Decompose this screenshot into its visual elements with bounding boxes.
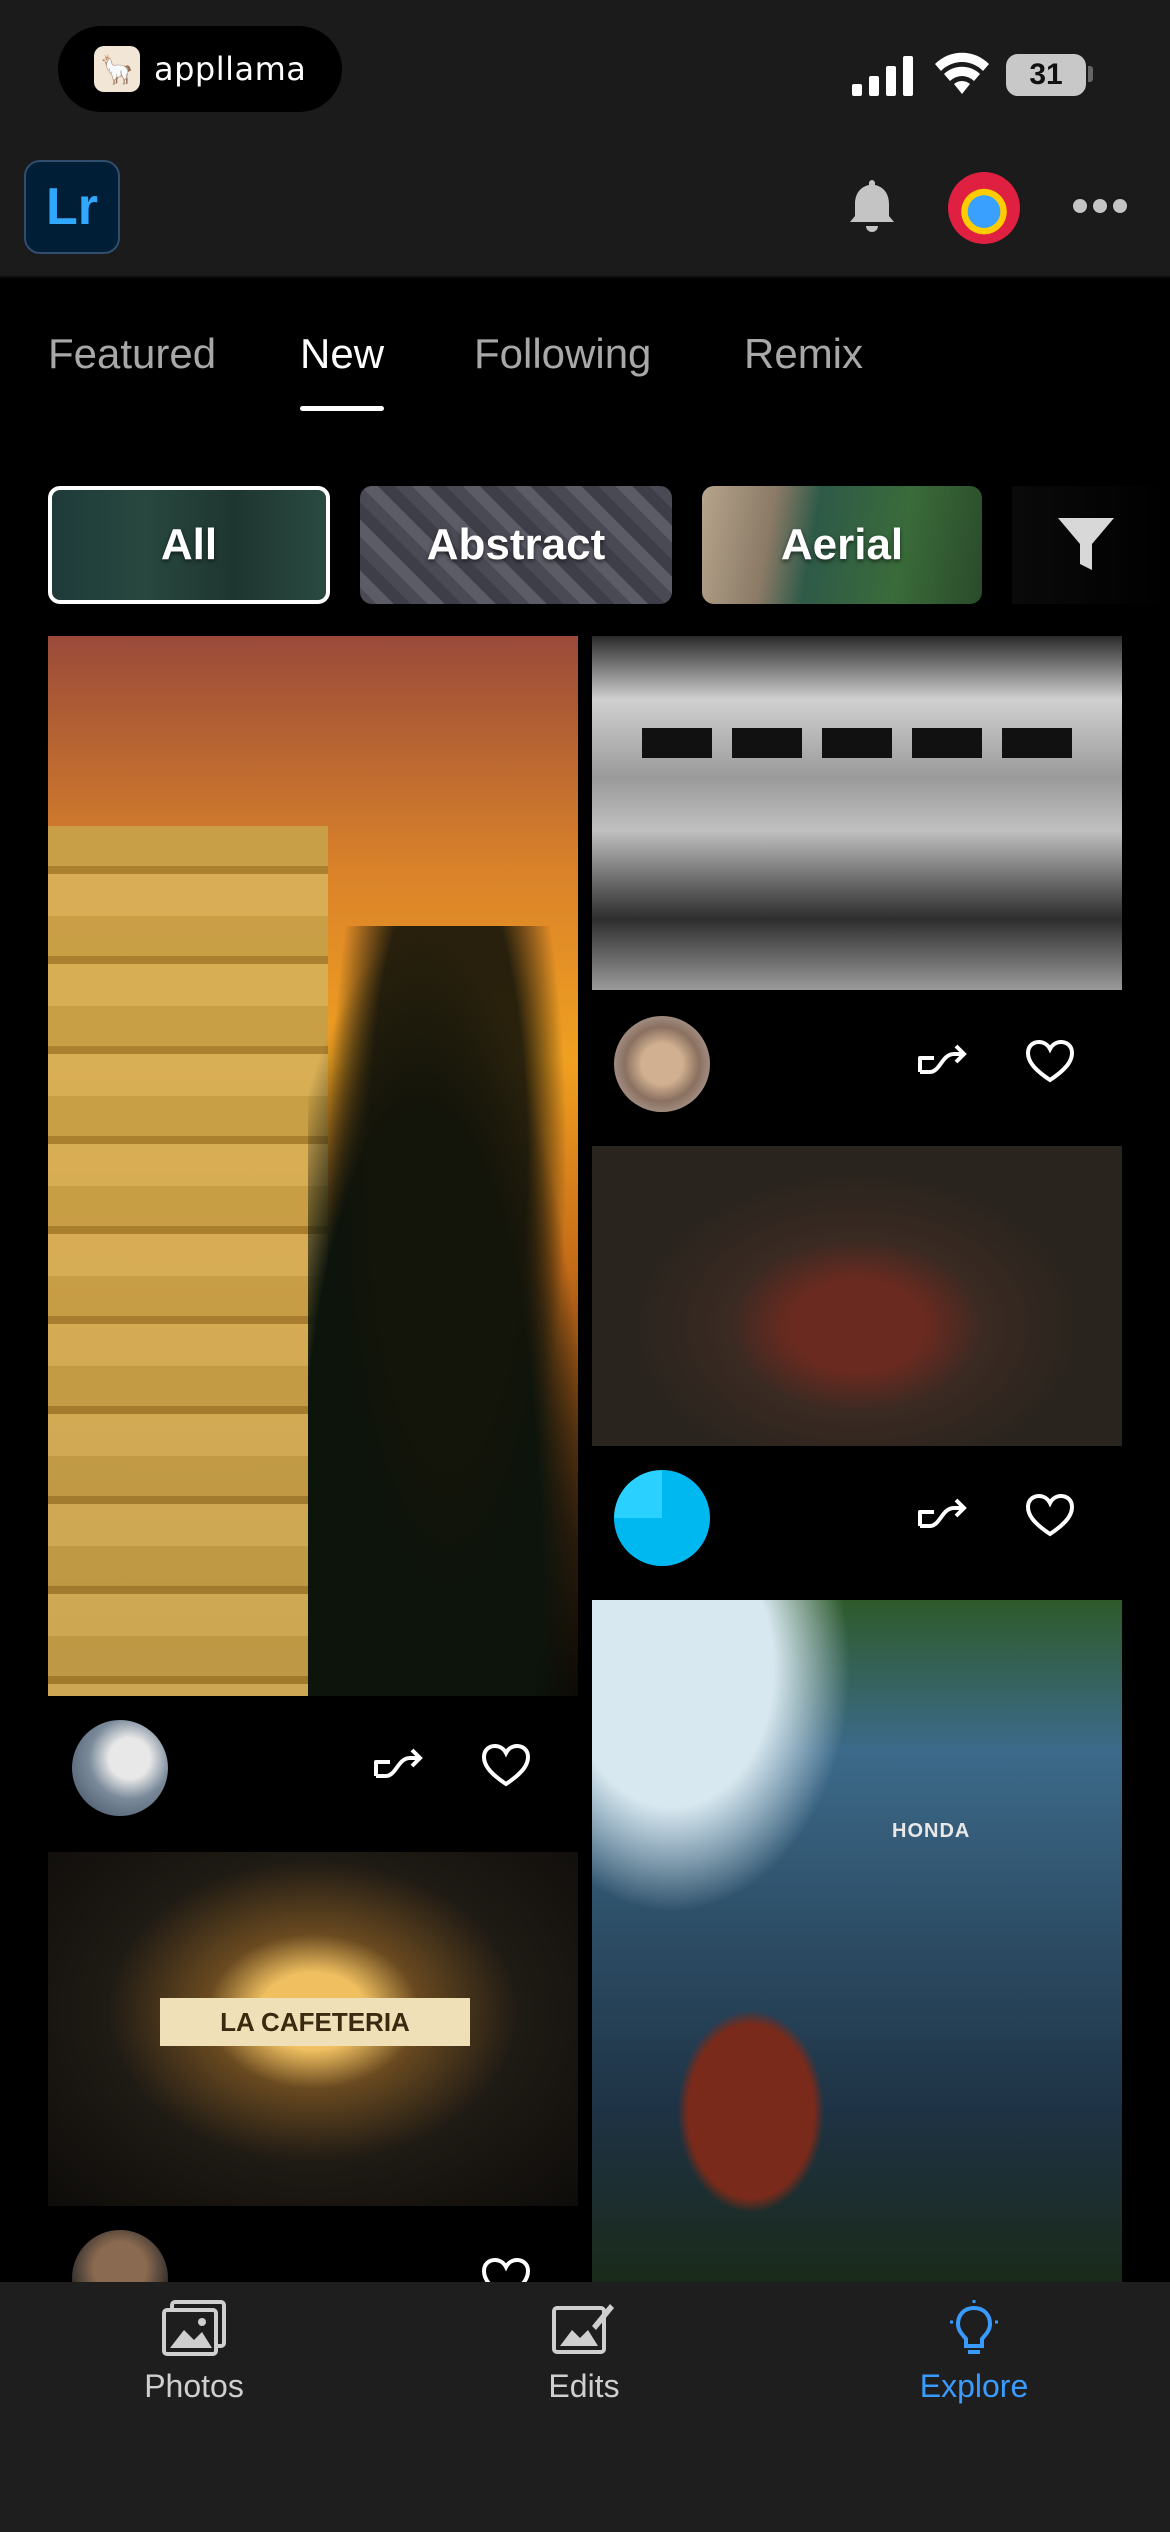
photo-train[interactable]	[592, 636, 1122, 990]
wifi-icon	[935, 52, 989, 94]
cafe-sign-text: LA CAFETERIA	[160, 1998, 470, 2046]
photos-icon	[162, 2300, 226, 2356]
edits-icon	[552, 2304, 614, 2354]
category-chip-aerial[interactable]: Aerial	[702, 486, 982, 604]
tab-new[interactable]: New	[300, 330, 384, 378]
nav-explore-label: Explore	[919, 2368, 1029, 2404]
nav-edits[interactable]: Edits	[484, 2300, 684, 2405]
tab-remix[interactable]: Remix	[744, 330, 863, 378]
appllama-badge: 🦙 appllama	[58, 26, 342, 112]
battery-indicator: 31	[1006, 54, 1086, 96]
photo-atv-football[interactable]: HONDA	[592, 1600, 1122, 2282]
heart-icon[interactable]	[1022, 1488, 1078, 1544]
photo-portrait-painting[interactable]	[592, 1146, 1122, 1446]
filter-icon[interactable]	[1054, 512, 1118, 576]
author-avatar[interactable]	[72, 1720, 168, 1816]
status-bar: 🦙 appllama 31	[0, 0, 1170, 150]
remix-icon[interactable]	[914, 1034, 970, 1090]
profile-avatar[interactable]	[948, 172, 1020, 244]
nav-explore[interactable]: Explore	[874, 2300, 1074, 2405]
photo-tree-element	[308, 926, 578, 1696]
photo-cafeteria[interactable]: LA CAFETERIA	[48, 1852, 578, 2206]
nav-photos-label: Photos	[144, 2368, 244, 2404]
active-tab-indicator	[300, 406, 384, 411]
category-chip-all[interactable]: All	[48, 486, 330, 604]
author-avatar[interactable]	[614, 1016, 710, 1112]
photo-building-element	[48, 826, 328, 1696]
llama-icon: 🦙	[94, 46, 140, 92]
train-window	[732, 728, 802, 758]
tab-featured[interactable]: Featured	[48, 330, 216, 378]
train-window	[822, 728, 892, 758]
heart-icon[interactable]	[1022, 1034, 1078, 1090]
battery-tip	[1088, 66, 1093, 82]
cellular-signal-icon	[852, 56, 913, 96]
explore-tabs: Featured New Following Remix	[0, 290, 1170, 430]
more-options-icon[interactable]	[1072, 196, 1128, 216]
photo-sunset-building[interactable]	[48, 636, 578, 1696]
heart-icon[interactable]	[478, 1738, 534, 1794]
notifications-bell-icon[interactable]	[842, 176, 902, 236]
tab-following[interactable]: Following	[474, 330, 651, 378]
category-chip-abstract[interactable]: Abstract	[360, 486, 672, 604]
nav-edits-label: Edits	[548, 2368, 620, 2404]
nav-photos[interactable]: Photos	[94, 2300, 294, 2405]
lightbulb-icon	[950, 2300, 998, 2354]
lightroom-logo: Lr	[24, 160, 120, 254]
appllama-label: appllama	[154, 50, 307, 88]
train-window	[1002, 728, 1072, 758]
remix-icon[interactable]	[914, 1488, 970, 1544]
train-window	[912, 728, 982, 758]
train-window	[642, 728, 712, 758]
author-avatar[interactable]	[614, 1470, 710, 1566]
atv-brand-label: HONDA	[892, 1820, 971, 1842]
remix-icon[interactable]	[370, 1738, 426, 1794]
